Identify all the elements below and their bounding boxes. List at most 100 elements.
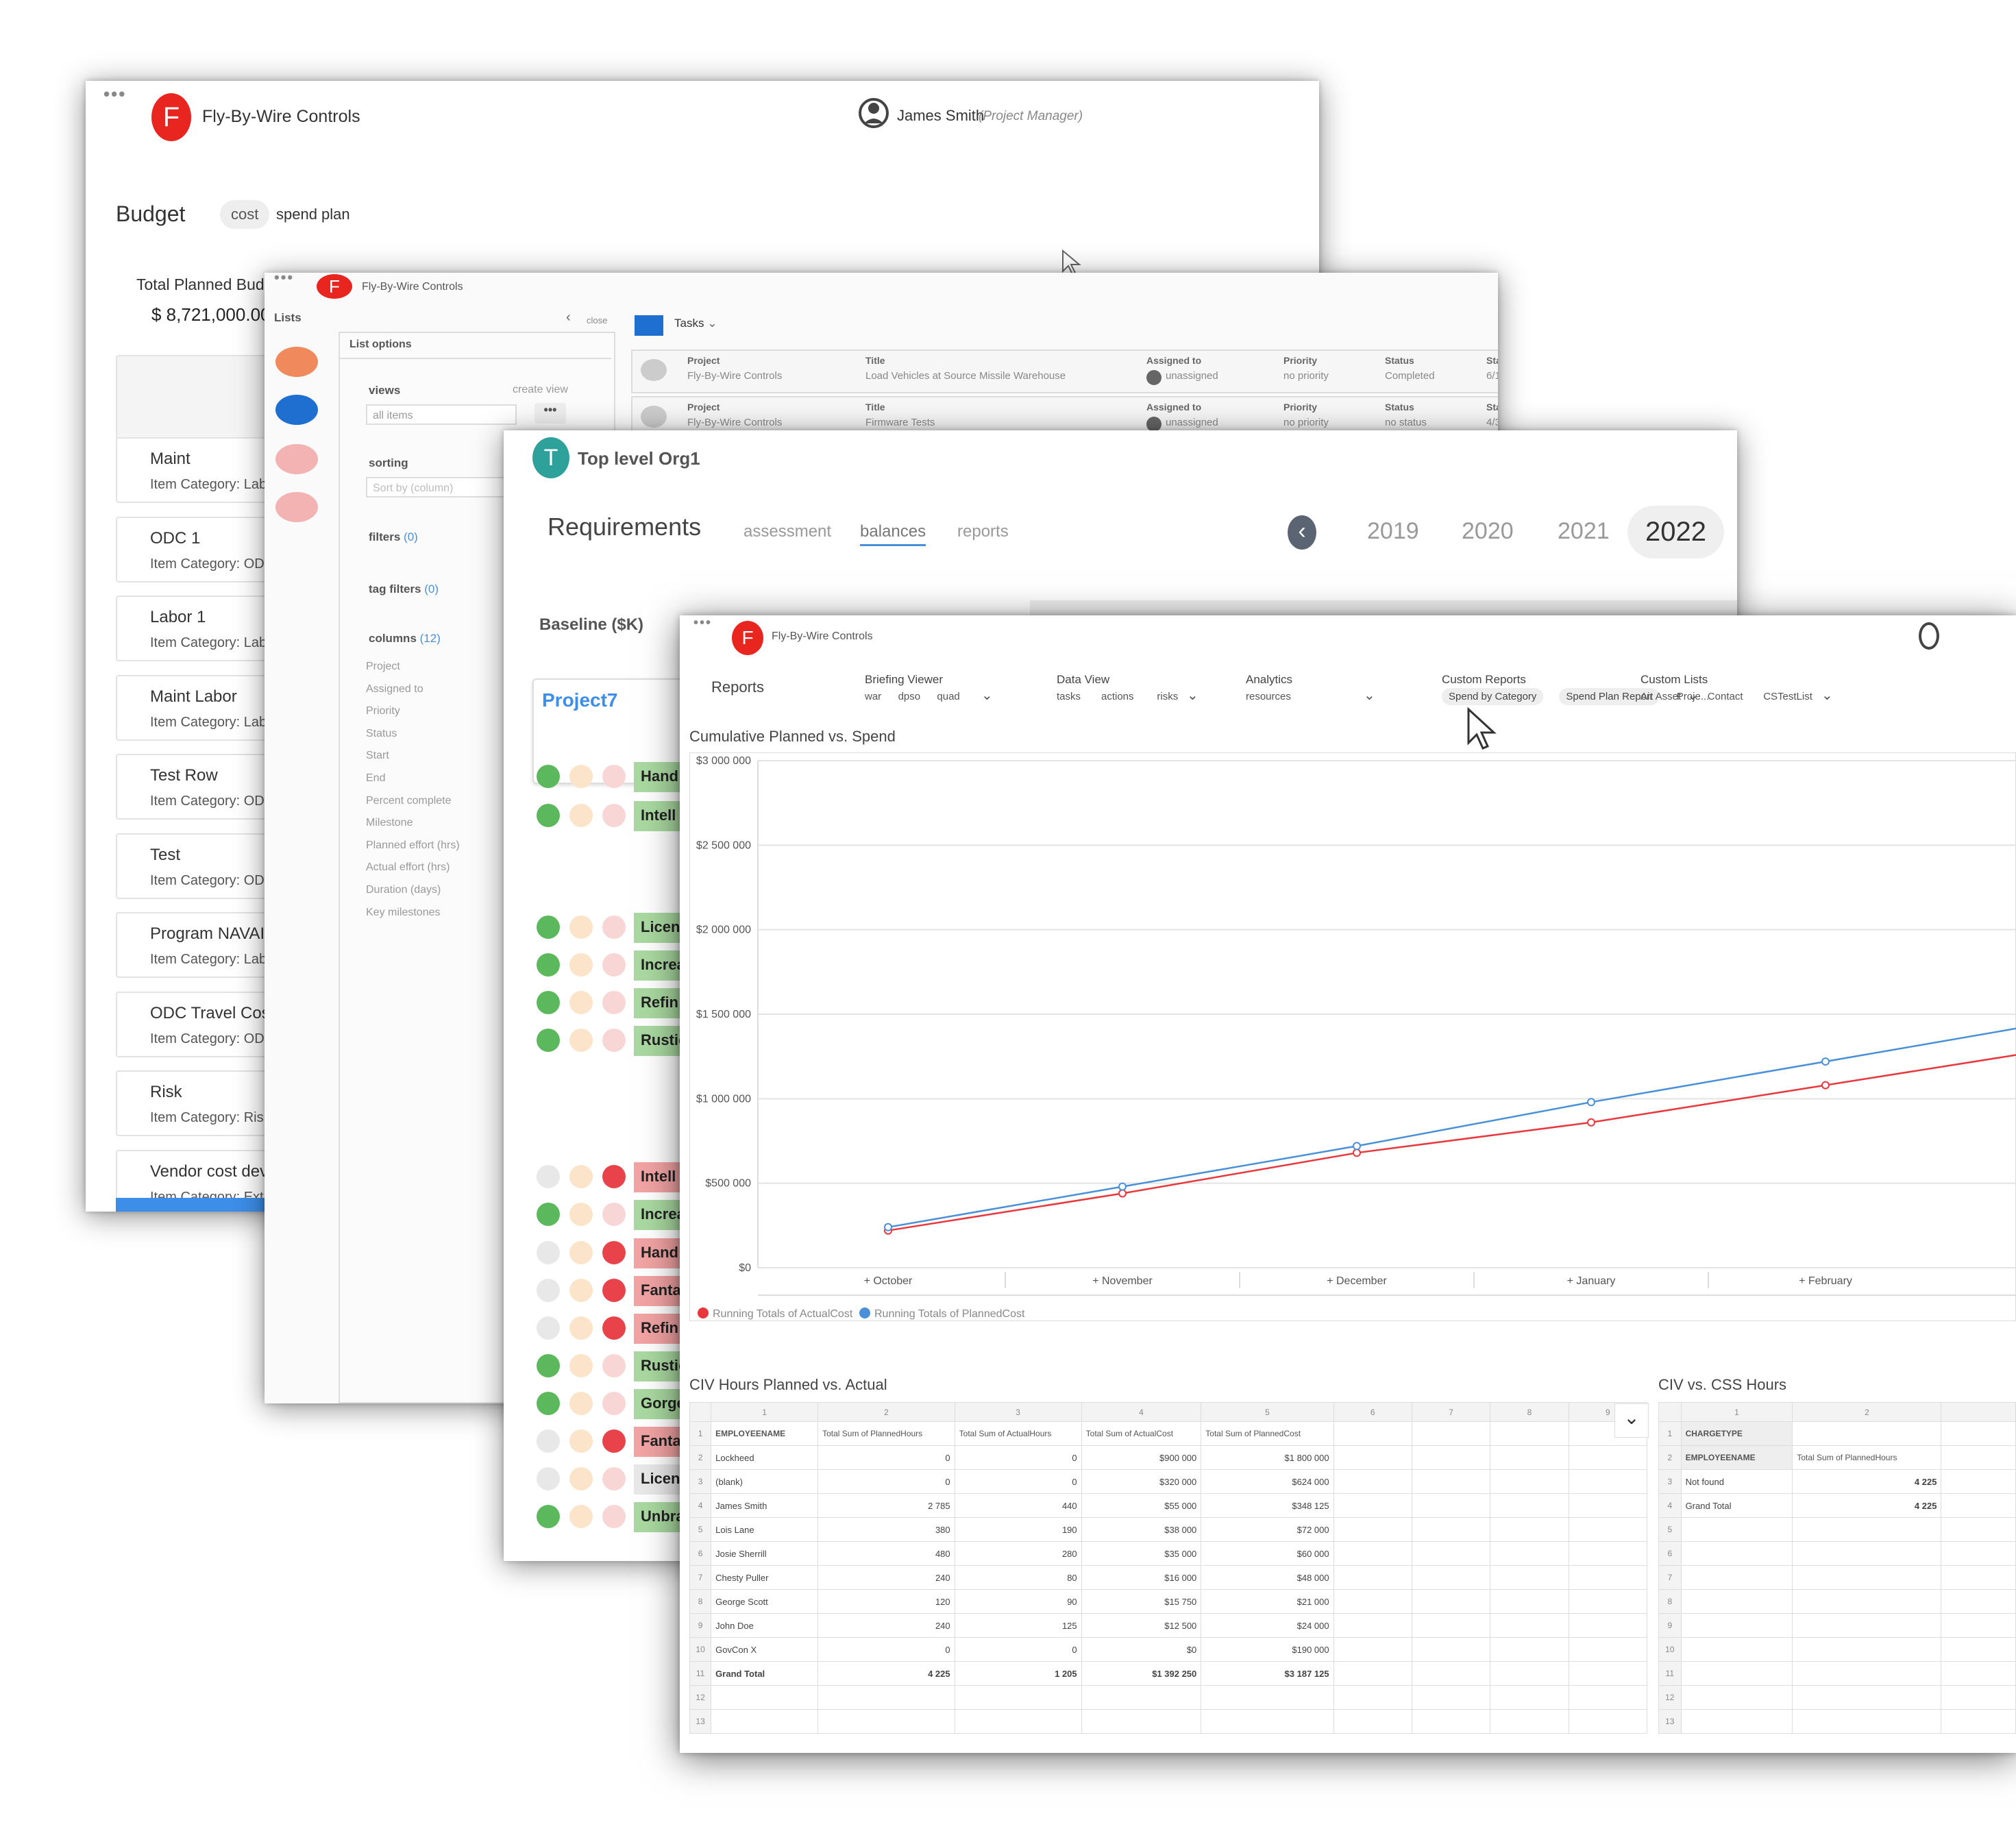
views-more-button[interactable]: •••: [534, 403, 566, 423]
table-row[interactable]: 8: [1658, 1589, 2016, 1614]
column-number[interactable]: 6: [1333, 1402, 1412, 1422]
table-cell[interactable]: [1333, 1613, 1412, 1638]
table-cell[interactable]: [1411, 1637, 1491, 1662]
table-cell[interactable]: Total Sum of PlannedHours: [818, 1421, 955, 1446]
table-cell[interactable]: Lockheed: [711, 1445, 819, 1470]
year-2022[interactable]: 2022: [1627, 506, 1724, 558]
column-option[interactable]: Percent complete: [366, 795, 452, 807]
filters-label[interactable]: filters (0): [369, 530, 418, 544]
edit-pencil-icon[interactable]: [641, 406, 667, 428]
table-row[interactable]: 8 George Scott 120 90 $15 750 $21 000: [689, 1589, 1648, 1614]
thumbs-up-icon[interactable]: [537, 1354, 560, 1377]
table-cell[interactable]: $1 392 250: [1081, 1661, 1202, 1686]
table-cell[interactable]: [1941, 1661, 2016, 1686]
table-cell[interactable]: Grand Total: [1680, 1493, 1793, 1518]
table-cell[interactable]: [1568, 1565, 1648, 1590]
table-cell[interactable]: [1333, 1709, 1412, 1734]
close-link[interactable]: close: [587, 315, 607, 326]
table-cell[interactable]: [1792, 1637, 1942, 1662]
window-menu-icon[interactable]: •••: [103, 84, 126, 105]
table-cell[interactable]: EMPLOYEENAME: [711, 1421, 819, 1446]
table-cell[interactable]: $3 187 125: [1201, 1661, 1334, 1686]
table-cell[interactable]: [1941, 1613, 2016, 1638]
table-row[interactable]: 9 John Doe 240 125 $12 500 $24 000: [689, 1613, 1648, 1638]
thumbs-up-icon[interactable]: [537, 1505, 560, 1528]
table-cell[interactable]: George Scott: [711, 1589, 819, 1614]
table-cell[interactable]: 1 205: [954, 1661, 1082, 1686]
table-cell[interactable]: [1680, 1637, 1793, 1662]
table-cell[interactable]: [1941, 1685, 2016, 1710]
table-row[interactable]: 7 Chesty Puller 240 80 $16 000 $48 000: [689, 1565, 1648, 1590]
thumbs-down-icon[interactable]: [602, 804, 626, 827]
thumbs-down-icon[interactable]: [602, 1354, 626, 1377]
table-cell[interactable]: [1941, 1565, 2016, 1590]
table-cell[interactable]: $1 800 000: [1201, 1445, 1334, 1470]
table-cell[interactable]: [1568, 1661, 1648, 1686]
table-row[interactable]: 13: [689, 1709, 1648, 1734]
neutral-icon[interactable]: [569, 1316, 593, 1340]
table-cell[interactable]: [1490, 1661, 1569, 1686]
table-cell[interactable]: $72 000: [1201, 1517, 1334, 1542]
table-cell[interactable]: $35 000: [1081, 1541, 1202, 1566]
window-menu-icon[interactable]: •••: [274, 273, 294, 286]
table-cell[interactable]: [1568, 1685, 1648, 1710]
table-cell[interactable]: 2 785: [818, 1493, 955, 1518]
table-cell[interactable]: [1333, 1541, 1412, 1566]
table-cell[interactable]: 0: [954, 1445, 1082, 1470]
neutral-icon[interactable]: [569, 1467, 593, 1490]
neutral-icon[interactable]: [569, 1241, 593, 1264]
table-cell[interactable]: [1411, 1445, 1491, 1470]
thumbs-up-icon[interactable]: [537, 1467, 560, 1490]
thumbs-up-icon[interactable]: [537, 1029, 560, 1052]
table-cell[interactable]: [1490, 1613, 1569, 1638]
neutral-icon[interactable]: [569, 804, 593, 827]
table-cell[interactable]: [1333, 1469, 1412, 1494]
table-cell[interactable]: Lois Lane: [711, 1517, 819, 1542]
list-stack-icon[interactable]: [275, 347, 318, 377]
data-point[interactable]: [1821, 1081, 1830, 1090]
chevron-down-icon[interactable]: ⌄: [1821, 687, 1833, 704]
table-cell[interactable]: [1792, 1541, 1942, 1566]
thumbs-down-icon[interactable]: [602, 1165, 626, 1188]
table-row[interactable]: 1 CHARGETYPE: [1658, 1421, 2016, 1446]
table-cell[interactable]: $60 000: [1201, 1541, 1334, 1566]
column-option[interactable]: Key milestones: [366, 907, 441, 919]
table-cell[interactable]: 0: [954, 1637, 1082, 1662]
column-option[interactable]: Project: [366, 661, 400, 673]
table-cell[interactable]: [1792, 1613, 1942, 1638]
thumbs-down-icon[interactable]: [602, 1241, 626, 1264]
data-point[interactable]: [1587, 1118, 1595, 1127]
column-number[interactable]: 1: [711, 1402, 819, 1422]
table-cell[interactable]: 0: [818, 1637, 955, 1662]
table-cell[interactable]: 440: [954, 1493, 1082, 1518]
column-option[interactable]: End: [366, 772, 385, 785]
table-cell[interactable]: [1792, 1421, 1942, 1446]
table-cell[interactable]: Total Sum of PlannedHours: [1792, 1445, 1942, 1470]
table-cell[interactable]: [1333, 1637, 1412, 1662]
table-cell[interactable]: [1490, 1565, 1569, 1590]
table-cell[interactable]: [1568, 1637, 1648, 1662]
table-cell[interactable]: [1333, 1445, 1412, 1470]
nav-item[interactable]: Contact: [1708, 691, 1743, 702]
table-cell[interactable]: $12 500: [1081, 1613, 1202, 1638]
table-cell[interactable]: [1333, 1589, 1412, 1614]
table-cell[interactable]: EMPLOYEENAME: [1680, 1445, 1793, 1470]
table-row[interactable]: 10: [1658, 1637, 2016, 1662]
column-option[interactable]: Milestone: [366, 817, 413, 829]
table-row[interactable]: 12: [1658, 1685, 2016, 1710]
nav-item[interactable]: actions: [1101, 691, 1134, 702]
table-row[interactable]: 6: [1658, 1541, 2016, 1566]
table-cell[interactable]: Chesty Puller: [711, 1565, 819, 1590]
table-cell[interactable]: (blank): [711, 1469, 819, 1494]
table-cell[interactable]: [1333, 1493, 1412, 1518]
table-cell[interactable]: Josie Sherrill: [711, 1541, 819, 1566]
table-cell[interactable]: [1490, 1517, 1569, 1542]
legend-label[interactable]: Running Totals of PlannedCost: [874, 1308, 1025, 1320]
thumbs-up-icon[interactable]: [537, 1392, 560, 1415]
tab-balances[interactable]: balances: [860, 522, 926, 546]
nav-item[interactable]: dpso: [898, 691, 921, 702]
gear-icon[interactable]: [275, 492, 318, 522]
table-cell[interactable]: [1411, 1613, 1491, 1638]
column-option[interactable]: Assigned to: [366, 683, 423, 696]
table-cell[interactable]: [1411, 1493, 1491, 1518]
